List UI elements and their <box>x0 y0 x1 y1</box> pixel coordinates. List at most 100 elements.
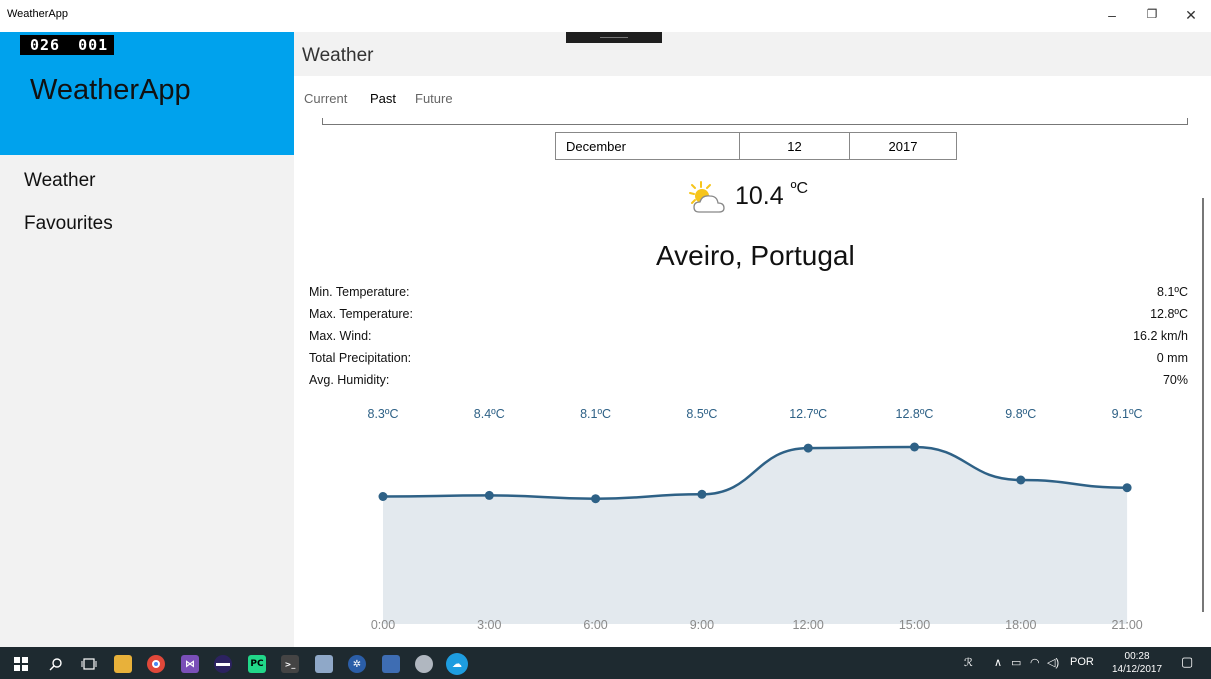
stats-list: Min. Temperature: 8.1ºC Max. Temperature:… <box>309 282 1188 392</box>
chart-x-tick-label: 18:00 <box>1005 618 1036 632</box>
visual-studio-icon[interactable]: ⋈ <box>181 655 199 673</box>
stat-value: 12.8ºC <box>1150 307 1188 321</box>
chart-data-label: 9.8ºC <box>1005 407 1036 421</box>
stat-label: Min. Temperature: <box>309 285 410 299</box>
wifi-icon[interactable]: ◠ <box>1030 656 1040 669</box>
stat-row-max-temp: Max. Temperature: 12.8ºC <box>309 304 1188 326</box>
chart-point <box>803 443 813 453</box>
network-app-icon[interactable]: ✲ <box>348 655 366 673</box>
current-temperature: 10.4 ºC <box>735 180 809 211</box>
chart-x-tick-label: 9:00 <box>690 618 714 632</box>
stat-row-humidity: Avg. Humidity: 70% <box>309 370 1188 392</box>
stat-row-min-temp: Min. Temperature: 8.1ºC <box>309 282 1188 304</box>
chart-data-label: 12.7ºC <box>789 407 827 421</box>
tab-future[interactable]: Future <box>415 91 453 106</box>
chart-point <box>910 442 919 452</box>
page-header: Weather <box>294 32 1211 76</box>
stat-label: Max. Temperature: <box>309 307 413 321</box>
month-selector[interactable]: December <box>556 133 739 159</box>
sidebar: 026 001 WeatherApp Weather Favourites <box>0 32 294 647</box>
tab-current[interactable]: Current <box>304 91 347 106</box>
vertical-scrollbar[interactable] <box>1202 198 1204 612</box>
task-view-icon[interactable] <box>80 655 98 673</box>
chart-area-fill <box>383 447 1128 624</box>
page-title: Weather <box>302 45 374 66</box>
stat-value: 16.2 km/h <box>1133 329 1188 343</box>
stat-row-max-wind: Max. Wind: 16.2 km/h <box>309 326 1188 348</box>
chart-point <box>1122 483 1132 493</box>
file-explorer-icon[interactable] <box>114 655 132 673</box>
app-header: 026 001 WeatherApp <box>0 32 294 155</box>
pycharm-icon[interactable]: PC <box>248 655 266 673</box>
main-content: Weather Current Past Future December 12 … <box>294 32 1211 647</box>
title-bar: WeatherApp – ❐ ✕ <box>0 0 1211 32</box>
location-name: Aveiro, Portugal <box>656 240 855 271</box>
paint-icon[interactable] <box>315 655 333 673</box>
app-name: WeatherApp <box>30 74 191 106</box>
stat-label: Avg. Humidity: <box>309 373 390 387</box>
volume-icon[interactable]: ◁) <box>1047 656 1059 669</box>
minimize-button[interactable]: – <box>1102 7 1122 23</box>
terminal-icon[interactable]: >_ <box>281 655 299 673</box>
chart-data-label: 12.8ºC <box>896 407 934 421</box>
chart-point <box>378 492 388 501</box>
taskbar: ⋈ PC >_ ✲ ☁ ℛ ∧ ▭ ◠ ◁) POR 00:28 14/12/2… <box>0 647 1211 679</box>
eclipse-icon[interactable] <box>214 655 232 673</box>
language-indicator[interactable]: POR <box>1070 656 1094 668</box>
year-selector[interactable]: 2017 <box>849 133 956 159</box>
stat-value: 70% <box>1162 373 1188 387</box>
stat-value: 8.1ºC <box>1157 285 1188 299</box>
chart-data-label: 8.1ºC <box>580 407 611 421</box>
temperature-unit: ºC <box>790 180 809 197</box>
clock-time: 00:28 <box>1124 651 1150 662</box>
search-icon[interactable] <box>47 655 65 673</box>
paint-palette-icon[interactable] <box>415 655 433 673</box>
sidebar-item-weather[interactable]: Weather <box>24 170 95 192</box>
stat-value: 0 mm <box>1156 351 1188 365</box>
chart-data-label: 9.1ºC <box>1112 407 1143 421</box>
stat-label: Total Precipitation: <box>309 351 412 365</box>
close-button[interactable]: ✕ <box>1181 7 1201 24</box>
month-value: December <box>566 138 626 154</box>
chart-x-tick-label: 12:00 <box>793 618 824 632</box>
clock-date: 14/12/2017 <box>1112 664 1163 675</box>
temperature-chart: 8.3ºC 0:00 8.4ºC 3:00 8.1ºC 6:00 8.5ºC 9:00 12.7… <box>368 407 1143 632</box>
chart-point <box>697 489 707 499</box>
pivot-divider <box>322 118 1188 125</box>
weather-app-icon[interactable]: ☁ <box>446 653 468 675</box>
date-picker[interactable]: December 12 2017 <box>555 132 957 160</box>
people-icon[interactable]: ℛ <box>964 656 973 669</box>
tab-past[interactable]: Past <box>370 91 396 106</box>
chevron-up-icon[interactable]: ∧ <box>994 656 1002 669</box>
chart-point <box>484 490 494 500</box>
temperature-value: 10.4 <box>735 182 784 210</box>
window-title: WeatherApp <box>7 8 68 20</box>
python-app-icon[interactable] <box>382 655 400 673</box>
clock[interactable]: 00:28 14/12/2017 <box>1112 650 1162 676</box>
chart-data-label: 8.3ºC <box>368 407 399 421</box>
day-value: 12 <box>787 138 802 154</box>
windows-start-icon[interactable] <box>12 655 30 673</box>
day-selector[interactable]: 12 <box>739 133 849 159</box>
chart-x-tick-label: 21:00 <box>1111 618 1142 632</box>
chart-point <box>591 494 601 504</box>
chart-point <box>1016 475 1026 485</box>
stat-label: Max. Wind: <box>309 329 372 343</box>
chrome-icon[interactable] <box>147 655 165 673</box>
chart-x-tick-label: 0:00 <box>371 618 395 632</box>
partly-sunny-icon <box>689 181 725 213</box>
year-value: 2017 <box>888 138 918 154</box>
frame-counter: 026 001 <box>20 35 115 55</box>
chart-data-label: 8.4ºC <box>474 407 505 421</box>
chart-data-label: 8.5ºC <box>686 407 717 421</box>
chart-x-tick-label: 15:00 <box>899 618 930 632</box>
drag-handle[interactable] <box>566 32 662 43</box>
current-conditions: 10.4 ºC <box>684 178 924 218</box>
sidebar-item-favourites[interactable]: Favourites <box>24 213 113 235</box>
chart-x-tick-label: 3:00 <box>477 618 501 632</box>
restore-button[interactable]: ❐ <box>1142 7 1162 21</box>
battery-icon[interactable]: ▭ <box>1011 656 1021 669</box>
notification-icon[interactable]: ▢ <box>1181 654 1193 670</box>
chart-x-tick-label: 6:00 <box>583 618 607 632</box>
stat-row-precipitation: Total Precipitation: 0 mm <box>309 348 1188 370</box>
